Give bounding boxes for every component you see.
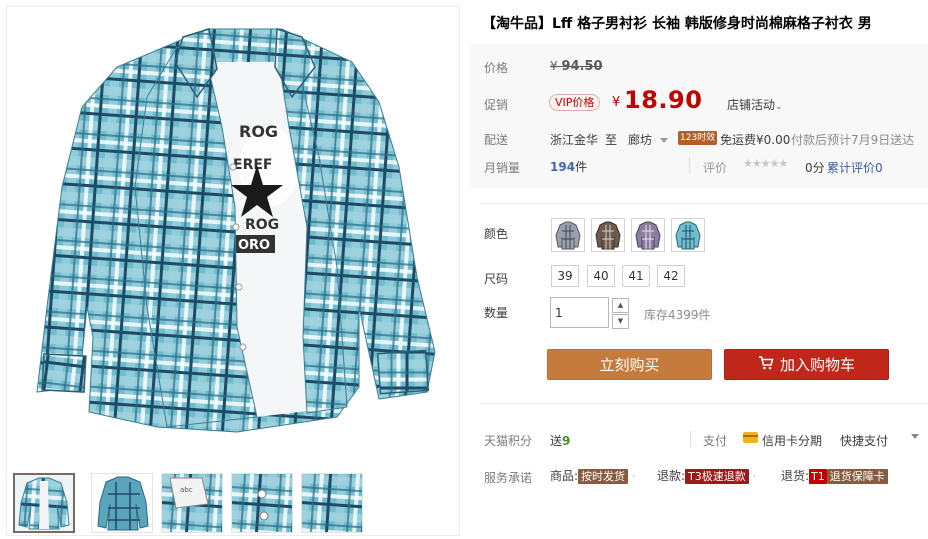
shopping-cart-icon xyxy=(758,350,774,381)
service-return-label: 退货: xyxy=(781,469,810,483)
gray-shirt-icon xyxy=(555,221,581,250)
add-to-cart-button[interactable]: 加入购物车 xyxy=(724,349,889,380)
color-swatch-coffee[interactable] xyxy=(591,218,625,252)
rating-stars-icon: ★★★★★ xyxy=(743,157,788,170)
size-label: 尺码 xyxy=(484,272,509,286)
purple-shirt-icon xyxy=(635,221,661,250)
thumb-shirt-back-icon xyxy=(97,476,149,531)
thumbnail-1[interactable] xyxy=(13,473,75,533)
size-option-41[interactable]: 41 xyxy=(622,265,650,287)
original-price-symbol: ¥ xyxy=(550,59,558,73)
svg-text:ROG: ROG xyxy=(245,217,279,233)
monthly-sales-label: 月销量 xyxy=(484,161,521,175)
ship-to-selector[interactable]: 廊坊 xyxy=(628,131,668,148)
vip-price-badge: VIP价格 xyxy=(549,94,601,111)
main-product-image[interactable]: ROG EREF ROG ORO xyxy=(7,7,459,459)
promo-label: 促销 xyxy=(484,98,509,112)
sales-divider xyxy=(689,157,690,173)
svg-text:ROG: ROG xyxy=(239,122,278,141)
product-title: 【淘牛品】Lff 格子男衬衫 长袖 韩版修身时尚棉麻格子衬衣 男 xyxy=(482,16,872,32)
service-refund-label: 退款: xyxy=(657,469,686,483)
payment-more-caret-icon[interactable] xyxy=(911,434,919,439)
thumb-collar-detail-icon: abc xyxy=(162,474,222,532)
monthly-sales: 194件 xyxy=(550,158,587,175)
color-swatch-gray[interactable] xyxy=(551,218,585,252)
quantity-label: 数量 xyxy=(484,306,509,320)
divider xyxy=(482,403,928,404)
return-guarantee-tag[interactable]: 退货保障卡 xyxy=(826,469,888,484)
add-to-cart-label: 加入购物车 xyxy=(779,356,855,374)
thumbnail-strip: abc xyxy=(13,473,463,535)
shipping-eta: 付款后预计7月9日送达 xyxy=(791,133,915,147)
credit-installment[interactable]: 信用卡分期 xyxy=(762,432,822,449)
shop-activity-dropdown[interactable]: 店铺活动⌄ xyxy=(727,96,783,113)
price-label: 价格 xyxy=(484,61,509,75)
points-label: 天猫积分 xyxy=(484,434,533,448)
color-swatch-purple[interactable] xyxy=(631,218,665,252)
color-label: 颜色 xyxy=(484,227,509,241)
rating-label: 评价 xyxy=(703,161,728,175)
service-label: 服务承诺 xyxy=(484,471,533,485)
divider xyxy=(482,203,928,204)
thumb-shirt-front-icon xyxy=(18,477,70,530)
shop-activity-label: 店铺活动 xyxy=(727,98,776,112)
svg-text:ORO: ORO xyxy=(238,238,270,253)
quantity-decrease-button[interactable]: ▼ xyxy=(612,314,629,329)
size-option-39[interactable]: 39 xyxy=(551,265,579,287)
points-value: 9 xyxy=(562,434,571,448)
shipping-fee: 免运费¥0.00 xyxy=(720,133,791,147)
current-price-symbol: ¥ xyxy=(612,95,621,110)
ship-from: 浙江金华 xyxy=(550,133,599,147)
rating-score: 0分 xyxy=(805,161,825,175)
svg-text:EREF: EREF xyxy=(233,157,272,173)
current-price: 18.90 xyxy=(624,86,703,114)
active-thumb-indicator xyxy=(51,473,63,474)
buy-now-button[interactable]: 立刻购买 xyxy=(547,349,712,380)
points-prefix: 送 xyxy=(550,434,563,448)
fast-refund-tag[interactable]: T3极速退款 xyxy=(685,469,749,484)
size-option-40[interactable]: 40 xyxy=(587,265,615,287)
t1-badge: T1 xyxy=(809,469,827,484)
caret-down-icon xyxy=(659,138,668,143)
quantity-input[interactable] xyxy=(550,297,609,328)
product-gallery: ROG EREF ROG ORO abc xyxy=(6,6,460,536)
coffee-shirt-icon xyxy=(595,221,621,250)
stock-count: 库存4399件 xyxy=(644,308,711,322)
thumb-button-detail-icon xyxy=(232,474,292,532)
original-price-value: 94.50 xyxy=(561,59,603,74)
service-goods: 商品: 按时发货 · xyxy=(550,469,636,484)
triangle-up-icon: ▲ xyxy=(617,301,624,309)
svg-text:abc: abc xyxy=(180,486,193,494)
original-price: ¥ 94.50 xyxy=(550,59,603,74)
monthly-sales-count: 194 xyxy=(550,160,576,174)
service-refund: 退款: T3极速退款 · xyxy=(657,469,757,484)
quick-pay[interactable]: 快捷支付 xyxy=(840,432,888,449)
blue-shirt-icon xyxy=(675,221,701,250)
credit-card-icon xyxy=(743,432,758,443)
thumb-fabric-detail-icon xyxy=(302,474,362,532)
quantity-increase-button[interactable]: ▲ xyxy=(612,298,629,313)
thumbnail-4[interactable] xyxy=(231,473,293,533)
shirt-illustration: ROG EREF ROG ORO xyxy=(36,27,436,433)
points-text: 送9 xyxy=(550,432,570,449)
service-goods-label: 商品: xyxy=(550,469,579,483)
points-divider xyxy=(690,431,691,447)
triangle-down-icon: ▼ xyxy=(617,317,624,325)
thumbnail-3[interactable]: abc xyxy=(161,473,223,533)
thumbnail-2[interactable] xyxy=(91,473,153,533)
payment-label: 支付 xyxy=(703,434,728,448)
size-option-42[interactable]: 42 xyxy=(657,265,685,287)
ship-to-word: 至 xyxy=(605,133,618,147)
on-time-delivery-tag[interactable]: 按时发货 xyxy=(578,469,629,484)
shipping-label: 配送 xyxy=(484,133,509,147)
service-return: 退货: T1 退货保障卡 xyxy=(781,467,888,484)
chevron-down-icon: ⌄ xyxy=(775,102,783,112)
color-swatch-blue[interactable] xyxy=(671,218,705,252)
ship-to-city: 廊坊 xyxy=(628,133,653,147)
monthly-sales-unit: 件 xyxy=(575,160,588,174)
delivery-time-badge: 123时效 xyxy=(678,131,718,145)
review-count-link[interactable]: 累计评价0 xyxy=(827,159,883,176)
thumbnail-5[interactable] xyxy=(301,473,363,533)
